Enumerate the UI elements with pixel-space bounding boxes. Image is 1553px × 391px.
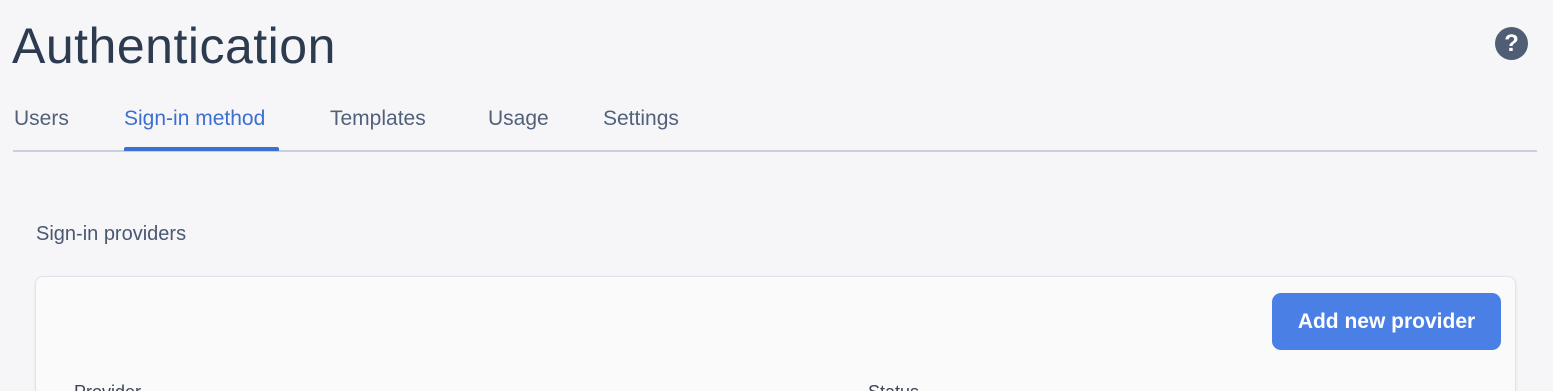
tab-sign-in-method[interactable]: Sign-in method <box>124 105 265 133</box>
help-icon[interactable]: ? <box>1495 27 1528 60</box>
column-header-status: Status <box>868 381 919 391</box>
tab-usage[interactable]: Usage <box>488 105 549 133</box>
sign-in-providers-heading: Sign-in providers <box>36 223 187 245</box>
authentication-page: Authentication ? Users Sign-in method Te… <box>0 0 1553 391</box>
tab-templates[interactable]: Templates <box>330 105 426 133</box>
tab-settings[interactable]: Settings <box>603 105 679 133</box>
providers-card: Add new provider Provider Status <box>35 276 1516 391</box>
tab-users[interactable]: Users <box>14 105 69 133</box>
column-header-provider: Provider <box>74 381 141 391</box>
tab-bar: Users Sign-in method Templates Usage Set… <box>13 95 1537 152</box>
active-tab-indicator <box>124 147 279 151</box>
add-new-provider-button[interactable]: Add new provider <box>1272 293 1501 350</box>
page-title: Authentication <box>12 18 336 74</box>
